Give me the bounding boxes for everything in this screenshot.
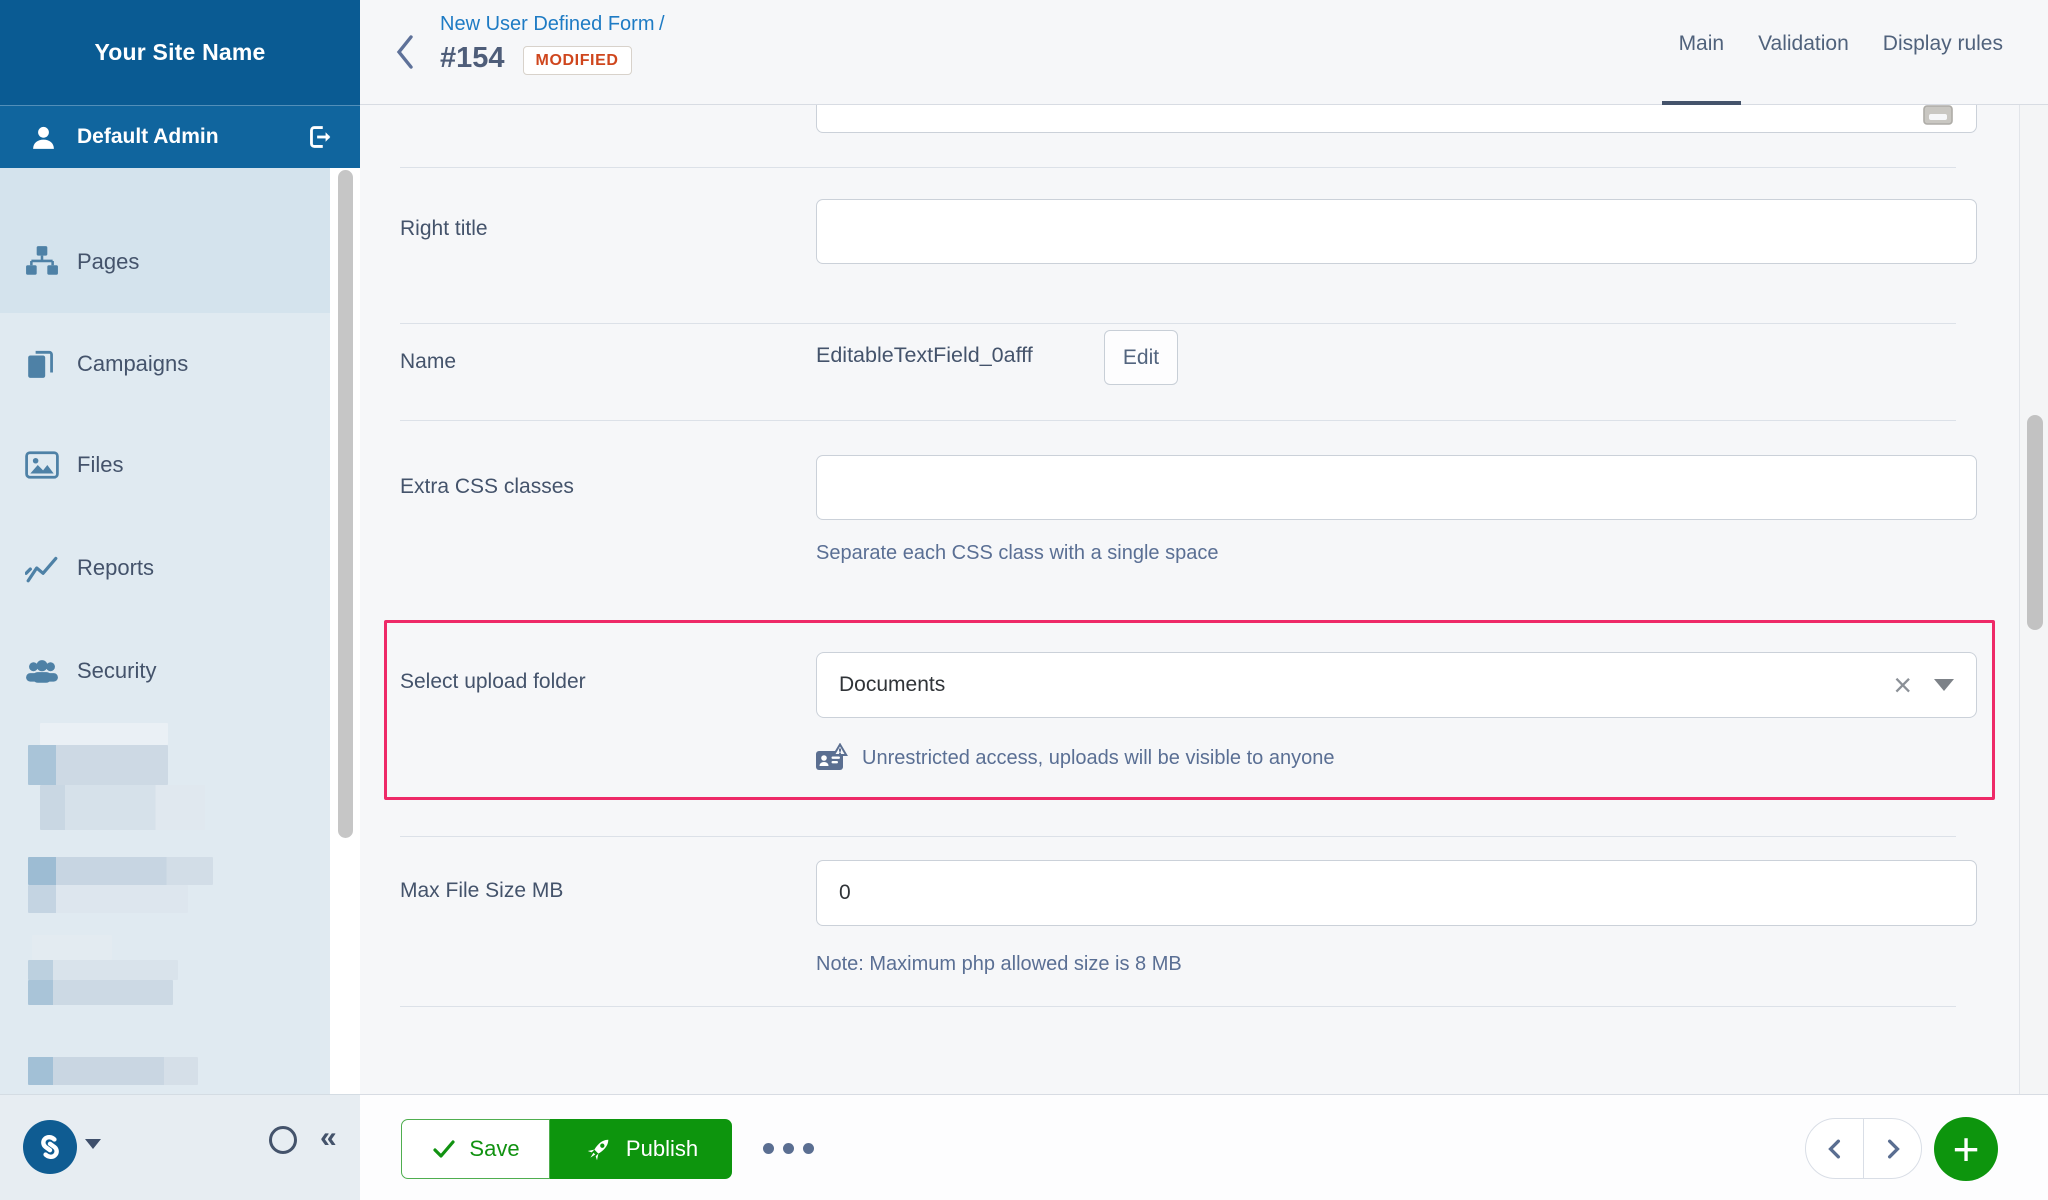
publish-button[interactable]: Publish <box>550 1119 732 1179</box>
max-file-size-input[interactable] <box>816 860 1977 926</box>
next-record-button[interactable] <box>1864 1119 1921 1178</box>
upload-folder-select[interactable]: Documents × <box>816 652 1977 718</box>
main-header: New User Defined Form / #154 MODIFIED Ma… <box>360 0 2048 105</box>
redacted-menu-item <box>28 857 213 885</box>
site-name-header: Your Site Name <box>0 0 360 105</box>
publish-label: Publish <box>626 1136 698 1162</box>
admin-name: Default Admin <box>77 125 219 149</box>
main-scrollbar-thumb[interactable] <box>2027 415 2043 630</box>
logo-menu-caret-icon[interactable] <box>85 1139 101 1149</box>
sidebar-item-files[interactable]: Files <box>0 414 331 515</box>
silverstripe-logo[interactable] <box>23 1120 77 1174</box>
record-id: #154 <box>440 42 505 75</box>
back-button[interactable] <box>394 33 418 71</box>
row-divider <box>400 323 1956 324</box>
record-nav-group <box>1805 1118 1922 1179</box>
sidebar-item-security[interactable]: Security <box>0 620 331 721</box>
right-title-label: Right title <box>400 217 488 241</box>
chevron-right-icon <box>1885 1139 1901 1159</box>
redacted-menu-item <box>40 785 205 830</box>
status-badge: MODIFIED <box>523 46 632 75</box>
chevron-left-icon <box>1827 1139 1843 1159</box>
image-icon <box>25 449 59 481</box>
sidebar-item-label: Campaigns <box>77 351 188 377</box>
tab-bar: Main Validation Display rules <box>1662 0 2020 105</box>
main-panel: New User Defined Form / #154 MODIFIED Ma… <box>360 0 2048 1200</box>
tab-main[interactable]: Main <box>1662 0 1742 105</box>
more-options-button[interactable] <box>763 1143 814 1154</box>
collapse-sidebar-button[interactable]: « <box>320 1121 337 1155</box>
row-divider <box>400 1006 1956 1007</box>
cms-app: Your Site Name Default Admin Pages <box>0 0 2048 1200</box>
sidebar-item-label: Reports <box>77 555 154 581</box>
status-ring-icon[interactable] <box>269 1126 297 1154</box>
add-button[interactable]: + <box>1934 1117 1998 1181</box>
sidebar-item-reports[interactable]: Reports <box>0 517 331 618</box>
logout-icon[interactable] <box>303 121 335 153</box>
right-title-input[interactable] <box>816 199 1977 264</box>
user-icon <box>30 124 57 151</box>
truncated-top-field[interactable] <box>816 105 1977 133</box>
logo-glyph <box>33 1130 67 1164</box>
redacted-menu-item <box>28 1057 198 1085</box>
extra-css-label: Extra CSS classes <box>400 475 574 499</box>
max-file-size-label: Max File Size MB <box>400 879 563 903</box>
breadcrumb: New User Defined Form / #154 MODIFIED <box>440 13 665 75</box>
breadcrumb-separator: / <box>659 13 665 35</box>
upload-folder-value: Documents <box>839 673 1893 697</box>
chart-icon <box>25 552 59 584</box>
save-publish-group: Save Publish <box>401 1119 732 1179</box>
tab-validation[interactable]: Validation <box>1741 0 1866 105</box>
main-scrollbar-track <box>2019 105 2048 1094</box>
redacted-menu-item <box>28 885 188 913</box>
clear-selection-icon[interactable]: × <box>1893 669 1912 701</box>
media-icon <box>1923 105 1953 125</box>
edit-name-button[interactable]: Edit <box>1104 330 1178 385</box>
check-icon <box>431 1137 457 1161</box>
upload-folder-help-text: Unrestricted access, uploads will be vis… <box>862 747 1334 770</box>
row-divider <box>400 167 1956 168</box>
redacted-menu-item <box>40 723 168 745</box>
row-divider <box>400 836 1956 837</box>
redacted-menu-item <box>32 935 112 960</box>
save-button[interactable]: Save <box>401 1119 550 1179</box>
max-file-size-note: Note: Maximum php allowed size is 8 MB <box>816 953 1182 976</box>
sitemap-icon <box>25 246 59 278</box>
tab-display-rules[interactable]: Display rules <box>1866 0 2020 105</box>
unrestricted-access-icon <box>816 743 848 773</box>
sidebar-scrollbar-track <box>330 168 360 1094</box>
form-content: Right title Name EditableTextField_0afff… <box>360 105 2048 1094</box>
redacted-menu-item <box>28 745 168 785</box>
admin-bar[interactable]: Default Admin <box>0 105 360 168</box>
sidebar-item-campaigns[interactable]: Campaigns <box>0 313 331 414</box>
extra-css-input[interactable] <box>816 455 1977 520</box>
breadcrumb-parent-link[interactable]: New User Defined Form <box>440 13 655 35</box>
name-value: EditableTextField_0afff <box>816 343 1033 368</box>
sidebar: Your Site Name Default Admin Pages <box>0 0 360 1200</box>
action-toolbar: Save Publish <box>360 1094 2048 1200</box>
name-label: Name <box>400 350 456 374</box>
redacted-menu-item <box>28 960 178 980</box>
sidebar-item-label: Files <box>77 452 123 478</box>
extra-css-help: Separate each CSS class with a single sp… <box>816 542 1218 565</box>
sidebar-item-label: Pages <box>77 249 139 275</box>
people-icon <box>25 655 59 687</box>
rocket-icon <box>584 1134 614 1164</box>
site-name: Your Site Name <box>94 39 265 66</box>
upload-folder-help: Unrestricted access, uploads will be vis… <box>816 743 1334 773</box>
previous-record-button[interactable] <box>1806 1119 1864 1178</box>
sidebar-footer: « <box>0 1094 360 1200</box>
stack-icon <box>25 348 59 380</box>
save-label: Save <box>469 1136 519 1162</box>
upload-folder-label: Select upload folder <box>400 670 586 694</box>
row-divider <box>400 420 1956 421</box>
redacted-menu-item <box>28 980 173 1005</box>
sidebar-item-label: Security <box>77 658 156 684</box>
chevron-down-icon[interactable] <box>1934 679 1954 691</box>
sidebar-item-pages[interactable]: Pages <box>0 168 331 313</box>
sidebar-scrollbar-thumb[interactable] <box>338 170 353 838</box>
